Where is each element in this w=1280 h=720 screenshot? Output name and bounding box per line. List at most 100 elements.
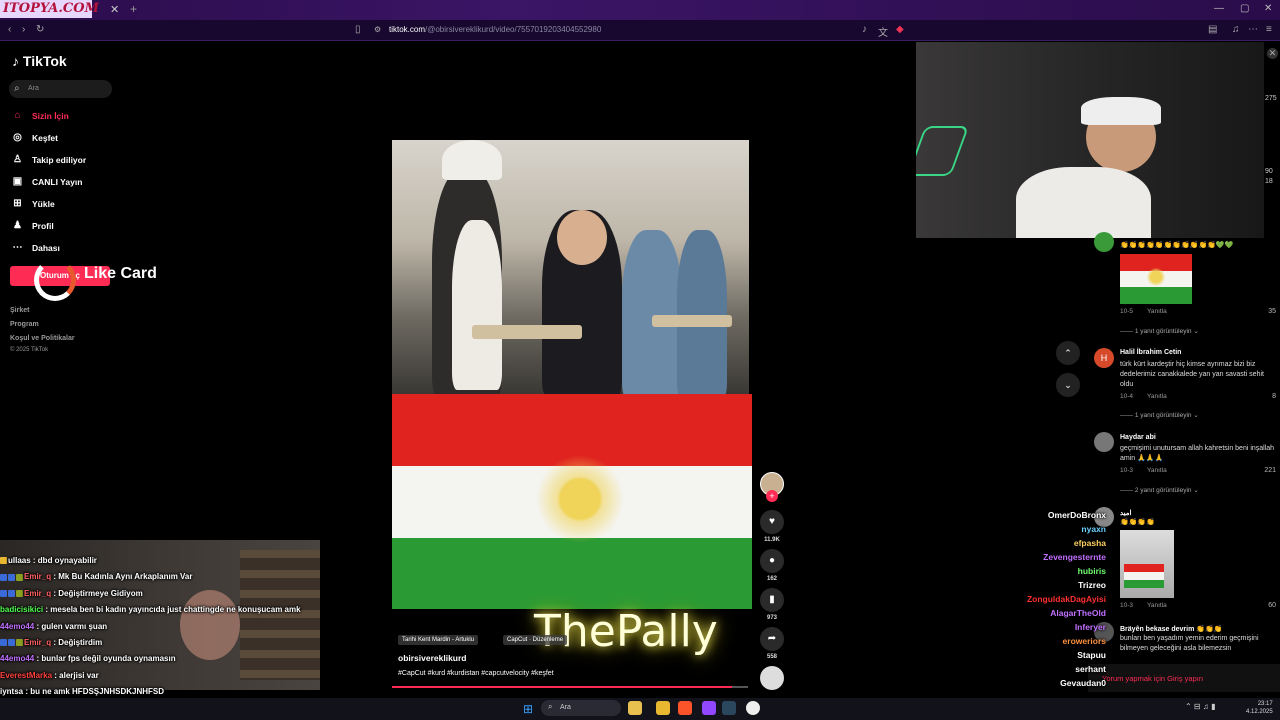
minimize-icon[interactable]: —: [1214, 3, 1224, 14]
video-author[interactable]: obirsivereklikurd: [398, 653, 467, 663]
reply-link[interactable]: Yanıtla: [1147, 393, 1167, 400]
photo-flag-green: [1124, 580, 1164, 588]
chat-username[interactable]: 44emo44: [0, 622, 34, 631]
taskbar-search-input[interactable]: Ara: [560, 704, 571, 711]
close-icon[interactable]: ✕: [1267, 48, 1278, 59]
tab-close-icon[interactable]: ✕: [110, 3, 119, 16]
video-hashtags[interactable]: #CapCut #kurd #kurdistan #capcutvelocity…: [398, 670, 554, 677]
reply-link[interactable]: Yanıtla: [1147, 467, 1167, 474]
reply-link[interactable]: Yanıtla: [1147, 308, 1167, 315]
chat-username[interactable]: Emir_q: [24, 589, 51, 598]
chat-username[interactable]: Emir_q: [24, 572, 51, 581]
chat-username[interactable]: iyntsa: [0, 687, 23, 696]
reload-icon[interactable]: ↻: [36, 24, 44, 35]
sidebar-item-profile[interactable]: ♟ Profil: [12, 220, 54, 231]
location-chip[interactable]: Tarihi Kent Mardin - Artuklu: [398, 635, 479, 645]
capcut-chip[interactable]: CapCut · Düzenleme: [503, 635, 568, 645]
chevron-down-icon[interactable]: ⌄: [1056, 373, 1080, 397]
chat-username[interactable]: EverestMarka: [0, 671, 52, 680]
sidebar-item-label: Profil: [32, 220, 54, 231]
new-tab-icon[interactable]: +: [130, 2, 137, 16]
bookmark-icon[interactable]: ▯: [355, 24, 361, 35]
chat-username[interactable]: Emir_q: [24, 638, 51, 647]
sidebar-icon[interactable]: ▤: [1208, 24, 1217, 35]
sidebar-item-for-you[interactable]: ⌂ Sizin İçin: [12, 110, 68, 121]
comment-author[interactable]: امید: [1120, 509, 1131, 517]
widgets-icon[interactable]: [628, 701, 642, 715]
chat-message: Emir_q : Mk Bu Kadınla Aynı Arkaplanım V…: [0, 572, 320, 588]
url-field[interactable]: tiktok.com/@obirsivereklikurd/video/7557…: [389, 25, 601, 34]
system-tray-icons[interactable]: ⌃ ⊟ ♫ ▮: [1185, 702, 1215, 711]
comment-likes[interactable]: 221: [1246, 467, 1276, 474]
twitch-icon[interactable]: [702, 701, 716, 715]
search-input[interactable]: Ara: [28, 85, 39, 92]
video-frame[interactable]: [392, 140, 749, 394]
clock[interactable]: 23:17 4.12.2025: [1246, 700, 1273, 716]
site-logo[interactable]: ITOPYA.COM: [0, 0, 99, 18]
site-info-icon[interactable]: ⚙: [374, 25, 381, 34]
sidebar-item-live[interactable]: ▣ CANLI Yayın: [12, 176, 83, 187]
comment-author[interactable]: Haydar abi: [1120, 434, 1156, 441]
sidebar-item-label: Yükle: [32, 198, 55, 209]
taskbar-search[interactable]: [541, 700, 621, 716]
music-icon[interactable]: ♫: [1232, 24, 1240, 35]
viewer-name: serhant: [1075, 664, 1106, 674]
comment-emoji-row: 👏👏👏👏👏👏👏👏👏👏👏💚💚: [1120, 242, 1234, 249]
file-explorer-icon[interactable]: [656, 701, 670, 715]
translate-icon[interactable]: 文: [878, 24, 888, 39]
view-replies-link[interactable]: —— 2 yanıt görüntüleyin ⌄: [1120, 486, 1199, 494]
following-icon: ♙: [13, 154, 22, 165]
comment-text: türk kürt kardeştir hiç kimse ayrımaz bi…: [1120, 361, 1264, 388]
shield-icon[interactable]: ◆: [896, 24, 904, 35]
share-icon[interactable]: ➦: [760, 627, 784, 651]
comment-likes[interactable]: 60: [1246, 602, 1276, 609]
footer-link-program[interactable]: Program: [10, 321, 39, 328]
footer-link-company[interactable]: Şirket: [10, 307, 29, 314]
steam-icon[interactable]: [722, 701, 736, 715]
sidebar-item-more[interactable]: ⋯ Dahası: [12, 242, 60, 253]
comment-avatar[interactable]: H: [1094, 348, 1114, 368]
comment-author[interactable]: Bräyên bekase devrim 👏👏👏: [1120, 625, 1222, 633]
chevron-up-icon[interactable]: ⌃: [1056, 341, 1080, 365]
sound-icon[interactable]: ♪: [862, 24, 867, 35]
back-icon[interactable]: ‹: [8, 24, 11, 35]
obs-icon[interactable]: [746, 701, 760, 715]
menu-icon[interactable]: ⋯: [1248, 24, 1258, 35]
reply-link[interactable]: Yanıtla: [1147, 602, 1167, 609]
close-window-icon[interactable]: ✕: [1264, 3, 1272, 14]
comment-avatar[interactable]: [1094, 432, 1114, 452]
forward-icon[interactable]: ›: [22, 24, 25, 35]
tiktok-logo-text: TikTok: [22, 53, 67, 69]
view-replies-link[interactable]: —— 1 yanıt görüntüleyin ⌄: [1120, 411, 1199, 419]
footer-link-terms[interactable]: Koşul ve Politikalar: [10, 335, 75, 342]
follow-plus-icon[interactable]: +: [766, 490, 778, 502]
search-icon[interactable]: ⌕: [14, 83, 20, 94]
view-replies-link[interactable]: —— 1 yanıt görüntüleyin ⌄: [1120, 327, 1199, 335]
windows-start-icon[interactable]: ⊞: [523, 702, 533, 716]
sidebar-item-following[interactable]: ♙ Takip ediliyor: [12, 154, 86, 165]
sidebar-item-upload[interactable]: ⊞ Yükle: [12, 198, 55, 209]
comment-avatar[interactable]: [1094, 232, 1114, 252]
comment-likes[interactable]: 35: [1246, 308, 1276, 315]
comment-author[interactable]: Halil İbrahim Cetin: [1120, 349, 1181, 356]
bookmark-save-icon[interactable]: ▮: [760, 588, 784, 612]
chef-hat: [442, 140, 502, 180]
brave-icon[interactable]: [678, 701, 692, 715]
comment-likes[interactable]: 8: [1246, 393, 1276, 400]
like-heart-icon[interactable]: ♥: [760, 510, 784, 534]
chat-username[interactable]: ullaas: [8, 556, 31, 565]
search-box[interactable]: [9, 80, 112, 98]
chat-username[interactable]: 44emo44: [0, 654, 34, 663]
comment-login-text[interactable]: Yorum yapmak için Giriş yapın: [1102, 674, 1203, 683]
sound-avatar[interactable]: [760, 666, 784, 690]
chat-message: 44emo44 : gulen varmı şuan: [0, 622, 320, 638]
comment-icon[interactable]: ●: [760, 549, 784, 573]
search-icon[interactable]: ⌕: [548, 702, 552, 712]
sidebar-item-explore[interactable]: ◎ Keşfet: [12, 132, 58, 143]
chat-username[interactable]: badicisikici: [0, 605, 43, 614]
tiktok-logo[interactable]: ♪ TikTok: [12, 53, 67, 69]
maximize-icon[interactable]: ▢: [1240, 3, 1249, 14]
extensions-icon[interactable]: ≡: [1266, 24, 1272, 35]
chat-badge-icon: [0, 557, 7, 565]
comment-photo[interactable]: [1120, 530, 1174, 598]
